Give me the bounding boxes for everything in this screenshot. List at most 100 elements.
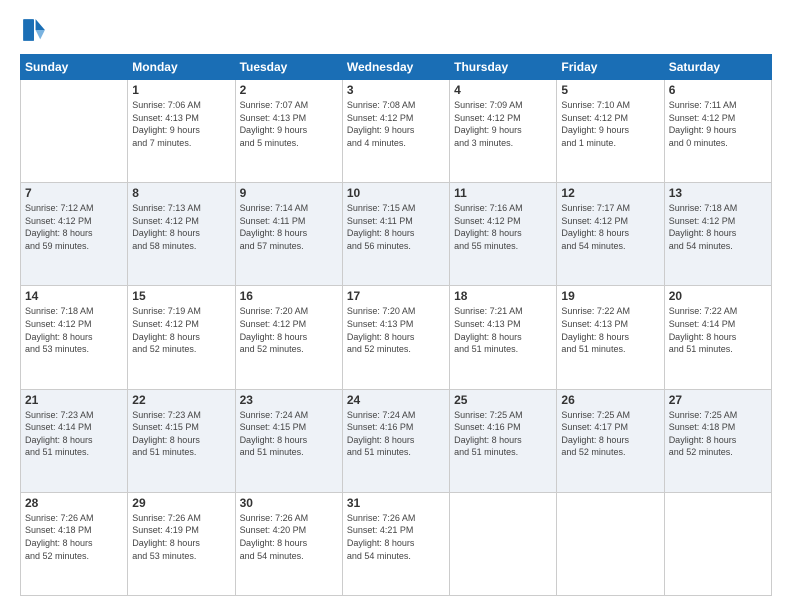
day-number: 2 <box>240 83 338 97</box>
weekday-header-monday: Monday <box>128 55 235 80</box>
day-info: Sunrise: 7:10 AM Sunset: 4:12 PM Dayligh… <box>561 99 659 149</box>
calendar-cell: 21 Sunrise: 7:23 AM Sunset: 4:14 PM Dayli… <box>21 389 128 492</box>
header <box>20 16 772 44</box>
day-info: Sunrise: 7:26 AM Sunset: 4:20 PM Dayligh… <box>240 512 338 562</box>
day-info: Sunrise: 7:18 AM Sunset: 4:12 PM Dayligh… <box>669 202 767 252</box>
day-info: Sunrise: 7:25 AM Sunset: 4:17 PM Dayligh… <box>561 409 659 459</box>
day-number: 24 <box>347 393 445 407</box>
day-number: 31 <box>347 496 445 510</box>
calendar-cell: 13Sunrise: 7:18 AM Sunset: 4:12 PM Dayli… <box>664 183 771 286</box>
weekday-header-friday: Friday <box>557 55 664 80</box>
day-number: 14 <box>25 289 123 303</box>
day-number: 6 <box>669 83 767 97</box>
calendar-cell: 25Sunrise: 7:25 AM Sunset: 4:16 PM Dayli… <box>450 389 557 492</box>
day-info: Sunrise: 7:24 AM Sunset: 4:15 PM Dayligh… <box>240 409 338 459</box>
logo <box>20 16 52 44</box>
calendar-cell: 1 Sunrise: 7:06 AM Sunset: 4:13 PM Daylig… <box>128 80 235 183</box>
weekday-header-thursday: Thursday <box>450 55 557 80</box>
day-number: 20 <box>669 289 767 303</box>
calendar-cell: 5 Sunrise: 7:10 AM Sunset: 4:12 PM Daylig… <box>557 80 664 183</box>
day-info: Sunrise: 7:16 AM Sunset: 4:12 PM Dayligh… <box>454 202 552 252</box>
day-number: 8 <box>132 186 230 200</box>
day-info: Sunrise: 7:20 AM Sunset: 4:12 PM Dayligh… <box>240 305 338 355</box>
day-number: 16 <box>240 289 338 303</box>
day-info: Sunrise: 7:15 AM Sunset: 4:11 PM Dayligh… <box>347 202 445 252</box>
day-info: Sunrise: 7:12 AM Sunset: 4:12 PM Dayligh… <box>25 202 123 252</box>
day-number: 26 <box>561 393 659 407</box>
weekday-header-wednesday: Wednesday <box>342 55 449 80</box>
day-info: Sunrise: 7:09 AM Sunset: 4:12 PM Dayligh… <box>454 99 552 149</box>
day-number: 9 <box>240 186 338 200</box>
calendar-week-2: 7 Sunrise: 7:12 AM Sunset: 4:12 PM Daylig… <box>21 183 772 286</box>
calendar-cell: 4Sunrise: 7:09 AM Sunset: 4:12 PM Daylig… <box>450 80 557 183</box>
calendar-cell: 20 Sunrise: 7:22 AM Sunset: 4:14 PM Dayli… <box>664 286 771 389</box>
day-info: Sunrise: 7:08 AM Sunset: 4:12 PM Dayligh… <box>347 99 445 149</box>
day-number: 1 <box>132 83 230 97</box>
day-info: Sunrise: 7:06 AM Sunset: 4:13 PM Dayligh… <box>132 99 230 149</box>
day-info: Sunrise: 7:23 AM Sunset: 4:14 PM Dayligh… <box>25 409 123 459</box>
logo-icon <box>20 16 48 44</box>
day-info: Sunrise: 7:26 AM Sunset: 4:18 PM Dayligh… <box>25 512 123 562</box>
day-number: 30 <box>240 496 338 510</box>
day-info: Sunrise: 7:25 AM Sunset: 4:18 PM Dayligh… <box>669 409 767 459</box>
day-info: Sunrise: 7:20 AM Sunset: 4:13 PM Dayligh… <box>347 305 445 355</box>
day-number: 23 <box>240 393 338 407</box>
day-info: Sunrise: 7:17 AM Sunset: 4:12 PM Dayligh… <box>561 202 659 252</box>
day-info: Sunrise: 7:19 AM Sunset: 4:12 PM Dayligh… <box>132 305 230 355</box>
calendar-cell: 11Sunrise: 7:16 AM Sunset: 4:12 PM Dayli… <box>450 183 557 286</box>
day-number: 28 <box>25 496 123 510</box>
calendar-cell: 17 Sunrise: 7:20 AM Sunset: 4:13 PM Dayli… <box>342 286 449 389</box>
calendar-cell: 8 Sunrise: 7:13 AM Sunset: 4:12 PM Daylig… <box>128 183 235 286</box>
day-info: Sunrise: 7:11 AM Sunset: 4:12 PM Dayligh… <box>669 99 767 149</box>
calendar-cell: 19 Sunrise: 7:22 AM Sunset: 4:13 PM Dayli… <box>557 286 664 389</box>
weekday-header-saturday: Saturday <box>664 55 771 80</box>
day-number: 5 <box>561 83 659 97</box>
day-number: 10 <box>347 186 445 200</box>
day-number: 3 <box>347 83 445 97</box>
day-info: Sunrise: 7:13 AM Sunset: 4:12 PM Dayligh… <box>132 202 230 252</box>
calendar-cell <box>557 492 664 595</box>
calendar-cell: 26 Sunrise: 7:25 AM Sunset: 4:17 PM Dayli… <box>557 389 664 492</box>
calendar-week-5: 28 Sunrise: 7:26 AM Sunset: 4:18 PM Dayli… <box>21 492 772 595</box>
day-info: Sunrise: 7:24 AM Sunset: 4:16 PM Dayligh… <box>347 409 445 459</box>
day-info: Sunrise: 7:14 AM Sunset: 4:11 PM Dayligh… <box>240 202 338 252</box>
calendar-week-3: 14 Sunrise: 7:18 AM Sunset: 4:12 PM Dayli… <box>21 286 772 389</box>
calendar-cell: 28 Sunrise: 7:26 AM Sunset: 4:18 PM Dayli… <box>21 492 128 595</box>
calendar-cell: 22 Sunrise: 7:23 AM Sunset: 4:15 PM Dayli… <box>128 389 235 492</box>
day-info: Sunrise: 7:07 AM Sunset: 4:13 PM Dayligh… <box>240 99 338 149</box>
day-number: 21 <box>25 393 123 407</box>
calendar-cell: 27 Sunrise: 7:25 AM Sunset: 4:18 PM Dayli… <box>664 389 771 492</box>
calendar-cell: 24 Sunrise: 7:24 AM Sunset: 4:16 PM Dayli… <box>342 389 449 492</box>
calendar-cell <box>664 492 771 595</box>
day-info: Sunrise: 7:22 AM Sunset: 4:14 PM Dayligh… <box>669 305 767 355</box>
calendar-cell <box>450 492 557 595</box>
calendar-cell: 29 Sunrise: 7:26 AM Sunset: 4:19 PM Dayli… <box>128 492 235 595</box>
day-number: 27 <box>669 393 767 407</box>
day-number: 17 <box>347 289 445 303</box>
weekday-header-sunday: Sunday <box>21 55 128 80</box>
day-info: Sunrise: 7:22 AM Sunset: 4:13 PM Dayligh… <box>561 305 659 355</box>
day-info: Sunrise: 7:18 AM Sunset: 4:12 PM Dayligh… <box>25 305 123 355</box>
calendar-cell: 18Sunrise: 7:21 AM Sunset: 4:13 PM Dayli… <box>450 286 557 389</box>
calendar-cell: 12Sunrise: 7:17 AM Sunset: 4:12 PM Dayli… <box>557 183 664 286</box>
calendar-cell: 6 Sunrise: 7:11 AM Sunset: 4:12 PM Daylig… <box>664 80 771 183</box>
calendar-week-4: 21 Sunrise: 7:23 AM Sunset: 4:14 PM Dayli… <box>21 389 772 492</box>
day-number: 22 <box>132 393 230 407</box>
day-number: 19 <box>561 289 659 303</box>
calendar-cell: 30 Sunrise: 7:26 AM Sunset: 4:20 PM Dayli… <box>235 492 342 595</box>
calendar-cell: 16 Sunrise: 7:20 AM Sunset: 4:12 PM Dayli… <box>235 286 342 389</box>
day-info: Sunrise: 7:23 AM Sunset: 4:15 PM Dayligh… <box>132 409 230 459</box>
page: SundayMondayTuesdayWednesdayThursdayFrid… <box>0 0 792 612</box>
calendar-cell: 7 Sunrise: 7:12 AM Sunset: 4:12 PM Daylig… <box>21 183 128 286</box>
calendar-cell: 3 Sunrise: 7:08 AM Sunset: 4:12 PM Daylig… <box>342 80 449 183</box>
day-info: Sunrise: 7:26 AM Sunset: 4:19 PM Dayligh… <box>132 512 230 562</box>
calendar-cell: 31Sunrise: 7:26 AM Sunset: 4:21 PM Dayli… <box>342 492 449 595</box>
calendar-cell <box>21 80 128 183</box>
day-info: Sunrise: 7:25 AM Sunset: 4:16 PM Dayligh… <box>454 409 552 459</box>
calendar-cell: 2 Sunrise: 7:07 AM Sunset: 4:13 PM Daylig… <box>235 80 342 183</box>
calendar-week-1: 1 Sunrise: 7:06 AM Sunset: 4:13 PM Daylig… <box>21 80 772 183</box>
day-number: 29 <box>132 496 230 510</box>
day-number: 18 <box>454 289 552 303</box>
calendar-cell: 14 Sunrise: 7:18 AM Sunset: 4:12 PM Dayli… <box>21 286 128 389</box>
day-number: 7 <box>25 186 123 200</box>
